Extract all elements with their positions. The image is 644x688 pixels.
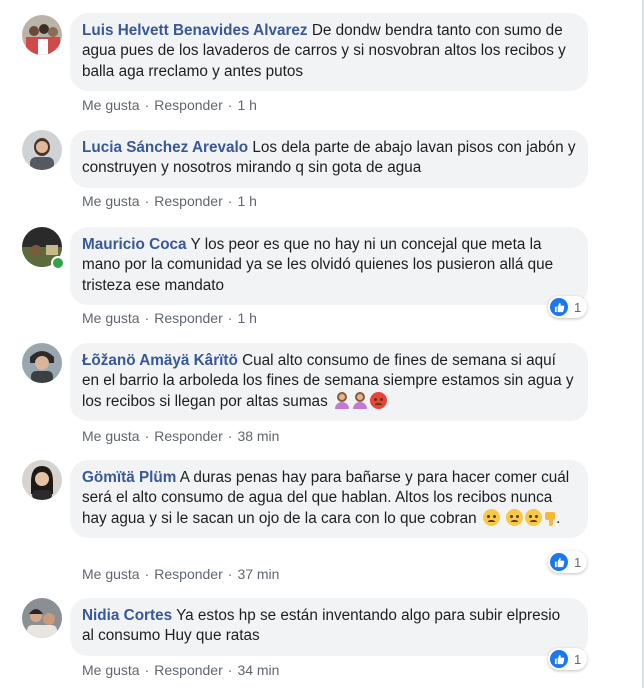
comment-bubble: Mauricio Coca Y los peor es que no hay n…: [70, 227, 588, 306]
woman-facepalming-icon: [334, 391, 350, 409]
reaction-count-badge[interactable]: 1: [548, 551, 588, 573]
separator: ·: [144, 662, 150, 678]
reaction-count: 1: [574, 554, 582, 570]
like-link[interactable]: Me gusta: [82, 193, 140, 209]
separator: ·: [144, 428, 150, 444]
reply-link[interactable]: Responder: [154, 310, 223, 326]
separator: ·: [144, 193, 150, 209]
avatar-wrapper: [22, 227, 65, 270]
separator: ·: [227, 310, 233, 326]
like-link[interactable]: Me gusta: [82, 310, 140, 326]
separator: ·: [227, 428, 233, 444]
avatar[interactable]: [22, 130, 62, 170]
separator: ·: [144, 566, 150, 582]
sad-face-icon: [506, 508, 524, 526]
comment-time[interactable]: 34 min: [237, 662, 279, 678]
avatar[interactable]: [22, 460, 62, 500]
comment-author[interactable]: Nidia Cortes: [82, 607, 172, 624]
avatar[interactable]: [22, 15, 62, 55]
separator: ·: [227, 662, 233, 678]
reply-link[interactable]: Responder: [154, 566, 223, 582]
reply-link[interactable]: Responder: [154, 662, 223, 678]
reaction-count: 1: [574, 651, 582, 667]
comment-time[interactable]: 1 h: [237, 97, 256, 113]
comment-bubble: Luis Helvett Benavides Alvarez De dondw …: [70, 13, 588, 92]
comment-actions: Me gusta · Responder · 38 min: [82, 428, 279, 444]
sad-face-icon: [525, 508, 543, 526]
avatar[interactable]: [22, 598, 62, 638]
reply-link[interactable]: Responder: [154, 97, 223, 113]
comment-author[interactable]: Mauricio Coca: [82, 236, 187, 253]
reply-link[interactable]: Responder: [154, 193, 223, 209]
separator: ·: [227, 97, 233, 113]
comment-time[interactable]: 1 h: [237, 310, 256, 326]
comment-actions: Me gusta · Responder · 1 h: [82, 310, 257, 326]
reaction-count-badge[interactable]: 1: [548, 296, 588, 318]
comment-time[interactable]: 38 min: [237, 428, 279, 444]
comment-trailing-text: .: [556, 509, 561, 527]
reply-link[interactable]: Responder: [154, 428, 223, 444]
like-reaction-icon: [550, 553, 568, 571]
like-reaction-icon: [550, 650, 568, 668]
comment-author[interactable]: Luis Helvett Benavides Alvarez: [82, 22, 308, 39]
sad-face-icon: [482, 508, 500, 526]
separator: ·: [144, 310, 150, 326]
comment-author[interactable]: Lucia Sánchez Arevalo: [82, 139, 248, 156]
comment-author[interactable]: Gömïtä Plüm: [82, 469, 176, 486]
comment-time[interactable]: 37 min: [237, 566, 279, 582]
like-link[interactable]: Me gusta: [82, 662, 140, 678]
separator: ·: [144, 97, 150, 113]
separator: ·: [227, 193, 233, 209]
like-reaction-icon: [550, 298, 568, 316]
comment-actions: Me gusta · Responder · 37 min: [82, 566, 279, 582]
comment-bubble: Lucia Sánchez Arevalo Los dela parte de …: [70, 130, 588, 188]
comment-time[interactable]: 1 h: [237, 193, 256, 209]
like-link[interactable]: Me gusta: [82, 97, 140, 113]
comment-bubble: Nidia Cortes Ya estos hp se están invent…: [70, 598, 588, 656]
thumbs-down-icon: [544, 511, 556, 526]
like-link[interactable]: Me gusta: [82, 566, 140, 582]
woman-facepalming-icon: [352, 391, 368, 409]
comment-actions: Me gusta · Responder · 1 h: [82, 193, 257, 209]
angry-face-icon: [369, 391, 387, 409]
separator: ·: [227, 566, 233, 582]
reaction-count: 1: [574, 299, 582, 315]
avatar[interactable]: [22, 343, 62, 383]
comment-bubble: Łõžanö Amäyä Kârïtö Cual alto consumo de…: [70, 343, 588, 422]
comment-actions: Me gusta · Responder · 34 min: [82, 662, 279, 678]
comment-bubble: Gömïtä Plüm A duras penas hay para bañar…: [70, 460, 588, 539]
reaction-count-badge[interactable]: 1: [548, 648, 588, 670]
comment-actions: Me gusta · Responder · 1 h: [82, 97, 257, 113]
like-link[interactable]: Me gusta: [82, 428, 140, 444]
online-status-dot: [51, 256, 65, 270]
comment-author[interactable]: Łõžanö Amäyä Kârïtö: [82, 352, 238, 369]
